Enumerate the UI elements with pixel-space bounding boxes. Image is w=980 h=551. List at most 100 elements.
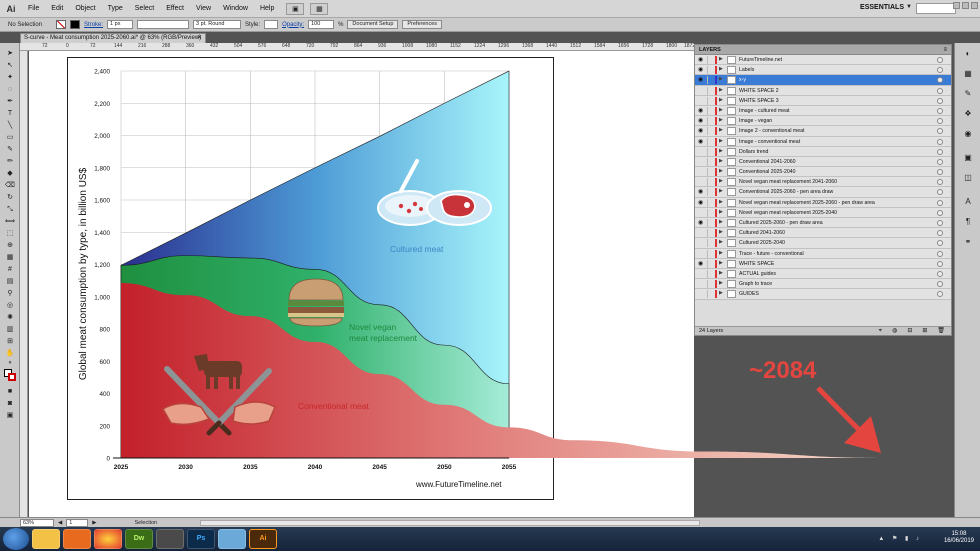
rectangle-tool-icon[interactable]: ▭ (3, 133, 17, 142)
graphic-styles-panel-icon[interactable]: ◉ (962, 129, 974, 139)
chevron-right-icon[interactable]: ▶ (719, 107, 723, 113)
layer-row[interactable]: ◉ ▶ Labels (695, 65, 951, 76)
brush-field[interactable]: 3 pt. Round (193, 20, 242, 29)
chevron-right-icon[interactable]: ▶ (719, 168, 723, 174)
layer-row[interactable]: ▶ Trace - future - conventional (695, 248, 951, 259)
layer-row[interactable]: ▶ Graph to trace (695, 279, 951, 290)
eye-icon[interactable] (698, 169, 706, 175)
layer-name[interactable]: Graph to trace (739, 279, 772, 289)
lock-toggle[interactable] (707, 127, 713, 136)
lock-toggle[interactable] (707, 66, 713, 75)
eye-icon[interactable] (698, 230, 706, 236)
horizontal-scrollbar[interactable] (200, 520, 700, 526)
layer-row[interactable]: ▶ Novel vegan meat replacement 2025-2040 (695, 207, 951, 218)
layer-name[interactable]: x-y (739, 75, 746, 85)
pen-tool-icon[interactable]: ✒ (3, 97, 17, 106)
maximize-icon[interactable] (962, 2, 969, 9)
layer-row[interactable]: ◉ ▶ Image - vegan (695, 116, 951, 127)
opacity-field[interactable]: 100 (308, 20, 335, 29)
target-icon[interactable] (937, 57, 943, 63)
clock[interactable]: 15:08 16/06/2019 (944, 531, 974, 545)
bridge-icon[interactable]: ▣ (286, 2, 305, 15)
links-panel-icon[interactable]: ⚭ (962, 237, 974, 247)
chevron-right-icon[interactable]: ▶ (719, 56, 723, 62)
document-tab[interactable]: S-curve - Meat consumption 2025-2060.ai*… (20, 33, 206, 43)
layer-row[interactable]: ◉ ▶ WHITE SPACE (695, 258, 951, 269)
chevron-right-icon[interactable]: ▶ (719, 178, 723, 184)
close-icon[interactable] (971, 2, 978, 9)
application-icon[interactable] (218, 529, 246, 549)
dreamweaver-icon[interactable]: Dw (125, 529, 153, 549)
screen-mode-icon[interactable]: ▣ (3, 411, 17, 420)
graph-tool-icon[interactable]: ▥ (3, 325, 17, 334)
layer-name[interactable]: FutureTimeline.net (739, 55, 782, 65)
arrange-documents-icon[interactable]: ▦ (310, 2, 329, 15)
scale-tool-icon[interactable]: ⤡ (3, 205, 17, 214)
eye-icon[interactable]: ◉ (698, 220, 706, 226)
hand-tool-icon[interactable]: ✋ (3, 349, 17, 358)
chevron-right-icon[interactable]: ▶ (719, 229, 723, 235)
target-icon[interactable] (937, 128, 943, 135)
target-icon[interactable] (937, 189, 943, 196)
eye-icon[interactable] (698, 251, 706, 257)
selection-tool-icon[interactable]: ➤ (3, 49, 17, 58)
lock-toggle[interactable] (707, 106, 713, 115)
appearance-panel-icon[interactable]: ▣ (962, 153, 974, 163)
layer-name[interactable]: WHITE SPACE 3 (739, 96, 779, 106)
document-setup-button[interactable]: Document Setup (347, 20, 399, 29)
new-sublayer-icon[interactable]: ⊟ (907, 327, 912, 336)
lock-toggle[interactable] (707, 56, 713, 64)
application-icon[interactable] (156, 529, 184, 549)
menu-window[interactable]: Window (217, 5, 254, 12)
target-icon[interactable] (937, 118, 943, 125)
eye-icon[interactable] (698, 179, 706, 185)
start-button[interactable] (3, 528, 29, 550)
layer-row[interactable]: ◉ ▶ x-y (695, 75, 951, 86)
firefox-icon[interactable] (63, 529, 91, 549)
chevron-right-icon[interactable]: ▶ (719, 66, 723, 72)
layer-name[interactable]: Novel vegan meat replacement 2025-2040 (739, 208, 837, 218)
mesh-tool-icon[interactable]: # (3, 265, 17, 274)
character-panel-icon[interactable]: A (962, 197, 974, 207)
chevron-right-icon[interactable]: ▶ (719, 250, 723, 256)
target-icon[interactable] (937, 270, 943, 277)
chevron-right-icon[interactable]: ▶ (719, 199, 723, 205)
eye-icon[interactable]: ◉ (698, 189, 706, 195)
illustrator-icon[interactable]: Ai (249, 529, 277, 549)
layer-name[interactable]: Novel vegan meat replacement 2041-2060 (739, 177, 837, 187)
chevron-right-icon[interactable]: ▶ (719, 87, 723, 93)
layer-row[interactable]: ▶ Novel vegan meat replacement 2041-2060 (695, 177, 951, 188)
menu-view[interactable]: View (190, 5, 217, 12)
color-panel-icon[interactable]: ◐ (962, 49, 974, 59)
eye-icon[interactable]: ◉ (698, 128, 706, 134)
chrome-icon[interactable] (94, 529, 122, 549)
lock-toggle[interactable] (707, 208, 713, 217)
lock-toggle[interactable] (707, 117, 713, 126)
target-icon[interactable] (937, 158, 943, 165)
lock-toggle[interactable] (707, 86, 713, 95)
lock-toggle[interactable] (707, 96, 713, 105)
chevron-right-icon[interactable]: ▶ (719, 188, 723, 194)
lock-toggle[interactable] (707, 290, 713, 299)
stroke-swatch[interactable] (70, 20, 81, 29)
menu-object[interactable]: Object (69, 5, 101, 12)
chevron-right-icon[interactable]: ▶ (719, 290, 723, 296)
eye-icon[interactable]: ◉ (698, 261, 706, 267)
eyedropper-tool-icon[interactable]: ⚲ (3, 289, 17, 298)
layer-row[interactable]: ▶ GUIDES (695, 289, 951, 300)
menu-effect[interactable]: Effect (160, 5, 190, 12)
rotate-tool-icon[interactable]: ↻ (3, 193, 17, 202)
target-icon[interactable] (937, 138, 943, 145)
lock-toggle[interactable] (707, 239, 713, 248)
eye-icon[interactable]: ◉ (698, 108, 706, 114)
target-icon[interactable] (937, 67, 943, 74)
preferences-button[interactable]: Preferences (402, 20, 443, 29)
layer-row[interactable]: ▶ Cultured 2025-2040 (695, 238, 951, 249)
target-icon[interactable] (937, 77, 943, 84)
minimize-icon[interactable] (953, 2, 960, 9)
blob-brush-tool-icon[interactable]: ◆ (3, 169, 17, 178)
layer-row[interactable]: ◉ ▶ Cultured 2025-2060 - pen draw area (695, 218, 951, 229)
paintbrush-tool-icon[interactable]: ✎ (3, 145, 17, 154)
target-icon[interactable] (937, 230, 943, 237)
lock-toggle[interactable] (707, 157, 713, 166)
